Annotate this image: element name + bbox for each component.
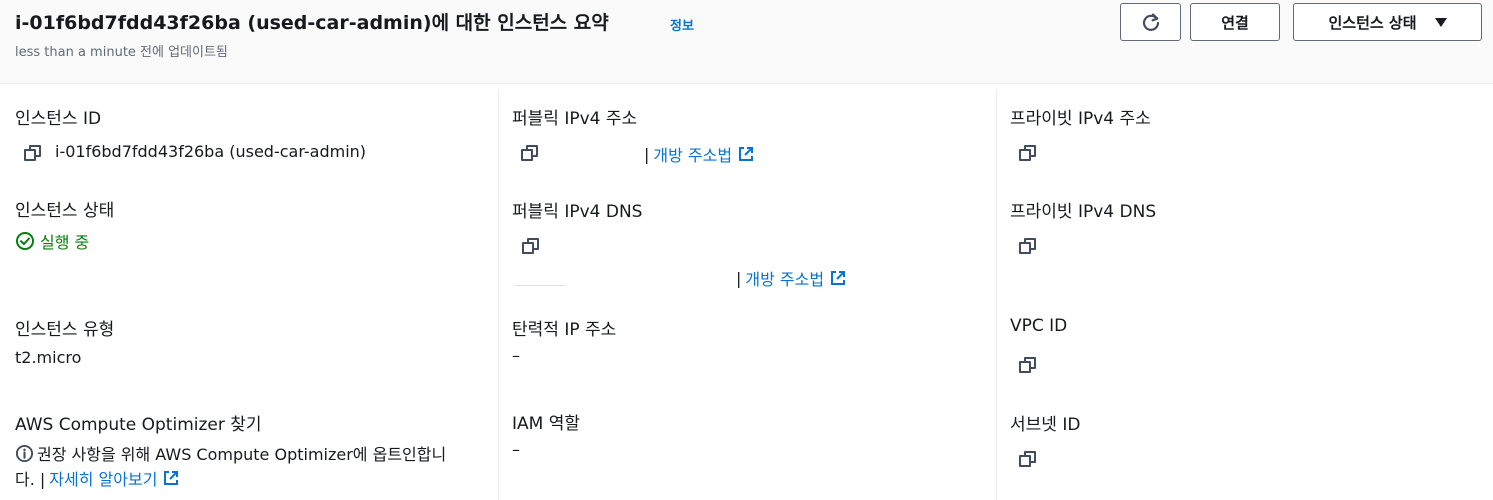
- iam-role-label: IAM 역할: [512, 414, 580, 434]
- vpc-id-label: VPC ID: [1010, 316, 1068, 336]
- open-address-link[interactable]: 개방 주소법: [653, 142, 732, 166]
- instance-type-label: 인스턴스 유형: [15, 320, 115, 340]
- elastic-ip-value: –: [512, 346, 520, 365]
- instance-type-value: t2.micro: [15, 348, 82, 367]
- learn-more-link[interactable]: 자세히 알아보기: [49, 466, 157, 490]
- info-link[interactable]: 정보: [670, 15, 694, 34]
- public-ipv4-links: | 개방 주소법: [644, 142, 754, 166]
- public-dns-links: | 개방 주소법: [736, 266, 846, 290]
- copy-icon[interactable]: [24, 144, 42, 162]
- compute-optimizer-text-line2: 다. |: [15, 470, 46, 489]
- compute-optimizer-line2: 다. | 자세히 알아보기: [15, 466, 179, 490]
- iam-role-value: –: [512, 440, 520, 459]
- status-check-icon: [16, 232, 34, 250]
- column-divider: [498, 90, 499, 500]
- caret-down-icon: [1434, 17, 1447, 27]
- connect-button[interactable]: 연결: [1190, 3, 1280, 41]
- compute-optimizer-text: 권장 사항을 위해 AWS Compute Optimizer에 옵트인합니: [15, 441, 446, 465]
- private-dns-label: 프라이빗 IPv4 DNS: [1010, 202, 1157, 222]
- instance-state-label: 인스턴스 상태: [15, 201, 115, 221]
- private-ipv4-label: 프라이빗 IPv4 주소: [1010, 109, 1151, 129]
- copy-icon[interactable]: [1019, 237, 1037, 255]
- external-link-icon[interactable]: [738, 146, 754, 162]
- refresh-button[interactable]: [1120, 3, 1181, 41]
- separator: |: [644, 144, 650, 164]
- redacted-value: [515, 285, 565, 286]
- refresh-icon: [1142, 13, 1159, 31]
- instance-id-value: i-01f6bd7fdd43f26ba (used-car-admin): [55, 142, 367, 161]
- summary-header: i-01f6bd7fdd43f26ba (used-car-admin)에 대한…: [0, 0, 1493, 84]
- external-link-icon[interactable]: [163, 470, 179, 486]
- column-divider: [996, 90, 997, 500]
- info-circle-icon: [15, 444, 34, 462]
- instance-state-value: 실행 중: [15, 229, 89, 253]
- instance-state-dropdown[interactable]: 인스턴스 상태: [1293, 3, 1482, 41]
- public-ipv4-label: 퍼블릭 IPv4 주소: [512, 109, 638, 129]
- compute-optimizer-text-line1: 권장 사항을 위해 AWS Compute Optimizer에 옵트인합니: [37, 445, 447, 464]
- instance-state-text: 실행 중: [40, 233, 90, 252]
- page-title: i-01f6bd7fdd43f26ba (used-car-admin)에 대한…: [15, 12, 609, 34]
- open-address-link[interactable]: 개방 주소법: [745, 266, 824, 290]
- copy-icon[interactable]: [1019, 356, 1037, 374]
- copy-icon[interactable]: [522, 237, 540, 255]
- copy-icon[interactable]: [1019, 450, 1037, 468]
- subnet-id-label: 서브넷 ID: [1010, 415, 1081, 435]
- public-dns-label: 퍼블릭 IPv4 DNS: [512, 202, 643, 222]
- instance-id-label: 인스턴스 ID: [15, 109, 102, 129]
- compute-optimizer-label: AWS Compute Optimizer 찾기: [15, 415, 262, 435]
- updated-timestamp: less than a minute 전에 업데이트됨: [15, 45, 228, 60]
- elastic-ip-label: 탄력적 IP 주소: [512, 320, 617, 340]
- copy-icon[interactable]: [521, 144, 539, 162]
- separator: |: [736, 268, 742, 288]
- external-link-icon[interactable]: [830, 270, 846, 286]
- copy-icon[interactable]: [1019, 144, 1037, 162]
- instance-state-dropdown-label: 인스턴스 상태: [1328, 13, 1417, 32]
